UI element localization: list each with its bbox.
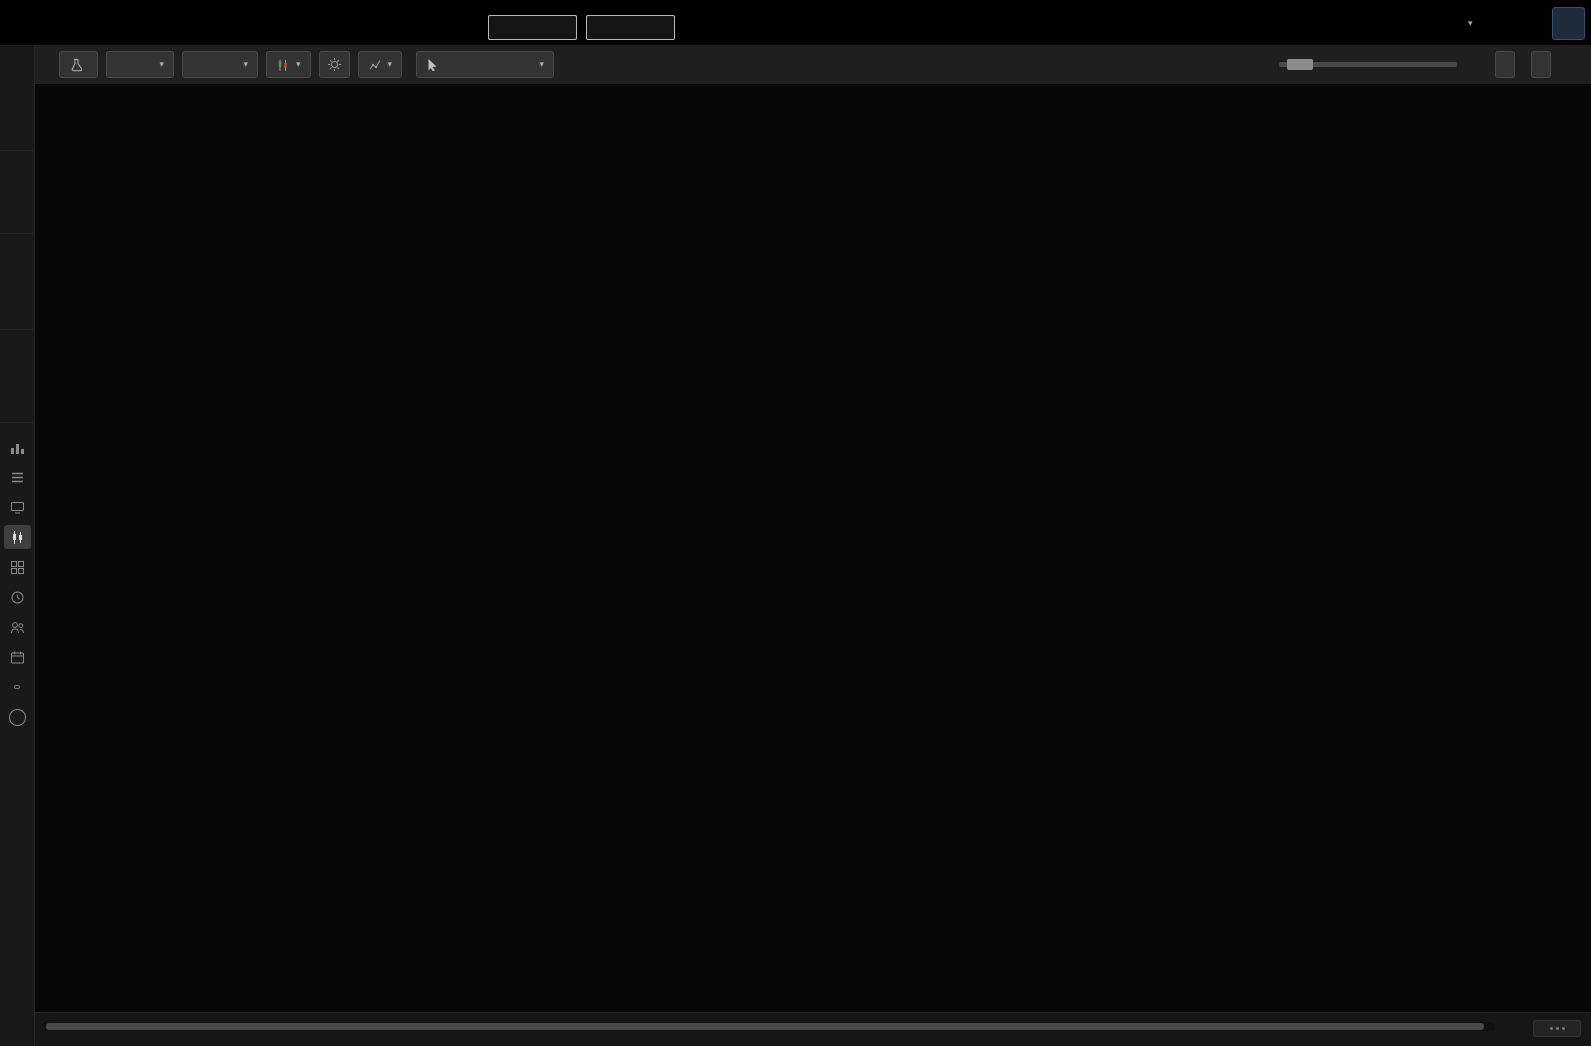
- candlestick-type-icon: [278, 59, 287, 71]
- sidebar-icon-rail: [0, 423, 34, 729]
- zoom-slider[interactable]: [1279, 59, 1457, 70]
- left-sidebar: [0, 45, 35, 1046]
- timeframe-dropdown[interactable]: ▾: [106, 51, 174, 78]
- bid-button[interactable]: [488, 15, 577, 40]
- calendar-icon[interactable]: [4, 645, 31, 669]
- sidebar-tab-positions[interactable]: [0, 45, 34, 151]
- chart-candles-icon[interactable]: [3, 525, 31, 549]
- chart-type-dropdown[interactable]: ▾: [266, 51, 311, 78]
- chart-options-button[interactable]: [1533, 1020, 1581, 1037]
- chevron-down-icon: ▾: [539, 59, 545, 69]
- users-icon[interactable]: [4, 615, 31, 639]
- range-dropdown[interactable]: ▾: [182, 51, 258, 78]
- patterns-icon: [369, 59, 380, 69]
- chevron-down-icon: ▾: [387, 59, 393, 69]
- add-tab-button[interactable]: [1552, 7, 1585, 40]
- help-label: [8, 708, 26, 726]
- help-icon[interactable]: [4, 705, 31, 729]
- quote-header: ▾: [0, 0, 1591, 45]
- load-button[interactable]: [1531, 51, 1551, 78]
- watchlist-icon[interactable]: [4, 465, 31, 489]
- chart-region: [35, 85, 1591, 1046]
- gear-icon: [327, 58, 341, 71]
- chart-toolbar: ▾ ▾ ▾ ▾ ▾: [35, 45, 1591, 85]
- trading-platform: ▾ ▾ ▾ ▾ ▾ ▾: [0, 0, 1591, 1046]
- chevron-down-icon: ▾: [243, 59, 248, 69]
- chart-settings-button[interactable]: [318, 51, 350, 78]
- save-button[interactable]: [1495, 51, 1515, 78]
- grid-icon[interactable]: [4, 555, 31, 579]
- drawing-tool-dropdown[interactable]: ▾: [416, 51, 555, 78]
- chevron-down-icon: ▾: [159, 59, 164, 69]
- indicators-button[interactable]: [59, 51, 98, 78]
- sidebar-tab-activity[interactable]: [0, 234, 34, 330]
- fx-icon[interactable]: [4, 675, 31, 699]
- chart-canvas[interactable]: [35, 85, 1591, 1012]
- fx-label: [14, 685, 20, 689]
- sidebar-tab-tastyfx[interactable]: [0, 330, 34, 423]
- scroll-strip: [35, 1012, 1591, 1046]
- chevron-down-icon: ▾: [1468, 18, 1473, 28]
- horizontal-scrollbar[interactable]: [43, 1022, 1495, 1031]
- flask-icon: [71, 58, 82, 71]
- ask-button[interactable]: [586, 15, 675, 40]
- scrollbar-thumb[interactable]: [46, 1023, 1484, 1030]
- bar-chart-icon[interactable]: [4, 435, 31, 459]
- chevron-down-icon: ▾: [296, 59, 301, 69]
- patterns-dropdown[interactable]: ▾: [357, 51, 403, 78]
- sidebar-tab-trade[interactable]: [0, 151, 34, 234]
- zoom-slider-handle[interactable]: [1287, 59, 1313, 70]
- cursor-icon: [428, 59, 437, 71]
- monitor-icon[interactable]: [4, 495, 31, 519]
- history-clock-icon[interactable]: [4, 585, 31, 609]
- accounts-dropdown[interactable]: ▾: [1462, 13, 1473, 29]
